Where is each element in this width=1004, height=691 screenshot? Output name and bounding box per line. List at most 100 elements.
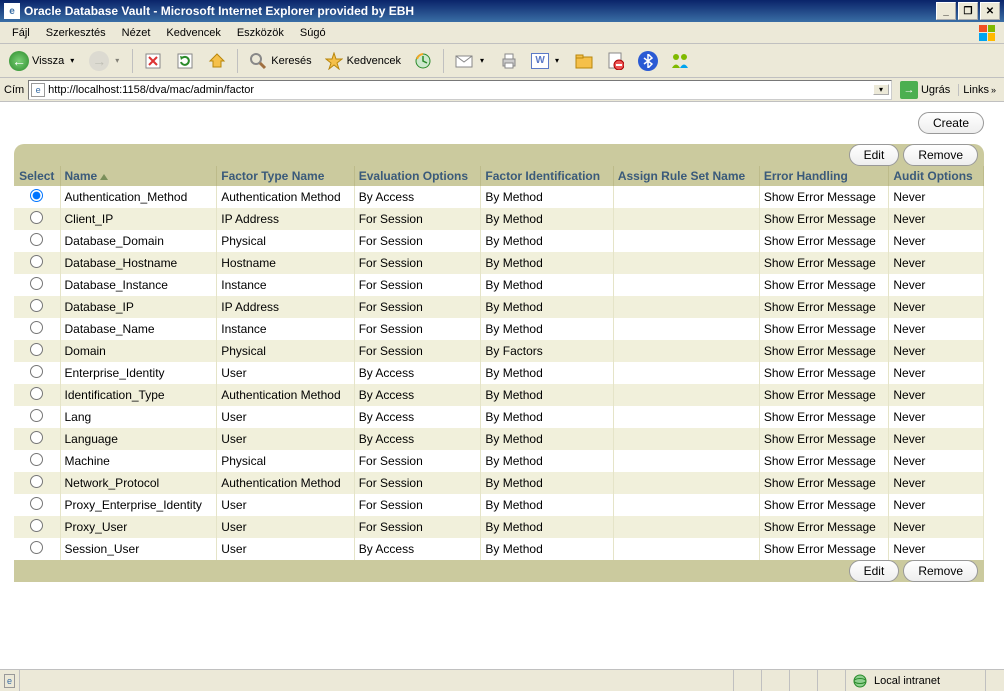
notes-button[interactable]	[569, 48, 599, 74]
cell-ruleset	[613, 516, 759, 538]
select-radio[interactable]	[30, 255, 43, 268]
col-factor-type[interactable]: Factor Type Name	[217, 166, 354, 186]
cell-name: Identification_Type	[60, 384, 217, 406]
col-factor-ident[interactable]: Factor Identification	[481, 166, 613, 186]
forward-button[interactable]: → ▾	[84, 48, 127, 74]
cell-type: User	[217, 494, 354, 516]
select-radio[interactable]	[30, 497, 43, 510]
select-radio[interactable]	[30, 409, 43, 422]
select-radio[interactable]	[30, 519, 43, 532]
back-dropdown-icon[interactable]: ▾	[67, 56, 77, 65]
col-eval-options[interactable]: Evaluation Options	[354, 166, 481, 186]
sort-asc-icon	[100, 174, 108, 180]
edit-button-bottom[interactable]: Edit	[849, 560, 900, 582]
cell-type: Authentication Method	[217, 472, 354, 494]
select-radio[interactable]	[30, 233, 43, 246]
go-button[interactable]: → Ugrás	[896, 81, 954, 99]
cell-ident: By Method	[481, 472, 613, 494]
back-button[interactable]: ← Vissza ▾	[4, 48, 82, 74]
home-button[interactable]	[202, 48, 232, 74]
close-button[interactable]: ✕	[980, 2, 1000, 20]
cell-type: Instance	[217, 274, 354, 296]
mail-button[interactable]: ▾	[449, 48, 492, 74]
edit-in-word-button[interactable]: W▾	[526, 48, 567, 74]
select-radio[interactable]	[30, 453, 43, 466]
cell-ident: By Method	[481, 296, 613, 318]
select-radio[interactable]	[30, 321, 43, 334]
select-radio[interactable]	[30, 475, 43, 488]
app-icon: e	[4, 3, 20, 19]
cell-error: Show Error Message	[759, 516, 889, 538]
cell-error: Show Error Message	[759, 274, 889, 296]
stop-button[interactable]	[138, 48, 168, 74]
cell-ruleset	[613, 538, 759, 560]
col-select[interactable]: Select	[14, 166, 60, 186]
select-radio[interactable]	[30, 431, 43, 444]
url-dropdown-icon[interactable]: ▾	[873, 84, 889, 95]
menu-view[interactable]: Nézet	[114, 25, 159, 41]
remove-button-top[interactable]: Remove	[903, 144, 978, 166]
table-row: Proxy_Enterprise_IdentityUserFor Session…	[14, 494, 984, 516]
menu-file[interactable]: Fájl	[4, 25, 38, 41]
url-input[interactable]: e http://localhost:1158/dva/mac/admin/fa…	[28, 80, 892, 100]
cell-error: Show Error Message	[759, 494, 889, 516]
select-radio[interactable]	[30, 211, 43, 224]
cell-ident: By Method	[481, 362, 613, 384]
cell-ident: By Method	[481, 538, 613, 560]
cell-ruleset	[613, 296, 759, 318]
cell-ruleset	[613, 230, 759, 252]
col-rule-set[interactable]: Assign Rule Set Name	[613, 166, 759, 186]
cell-ruleset	[613, 208, 759, 230]
col-name[interactable]: Name	[60, 166, 217, 186]
create-button[interactable]: Create	[918, 112, 984, 134]
cell-ident: By Method	[481, 384, 613, 406]
select-radio[interactable]	[30, 343, 43, 356]
messenger-button[interactable]	[665, 48, 695, 74]
cell-ident: By Method	[481, 230, 613, 252]
cell-audit: Never	[889, 296, 984, 318]
cell-name: Client_IP	[60, 208, 217, 230]
cell-name: Proxy_Enterprise_Identity	[60, 494, 217, 516]
home-icon	[207, 51, 227, 71]
cell-audit: Never	[889, 494, 984, 516]
menu-favorites[interactable]: Kedvencek	[158, 25, 228, 41]
search-button[interactable]: Keresés	[243, 48, 316, 74]
cell-type: User	[217, 516, 354, 538]
cell-eval: For Session	[354, 318, 481, 340]
select-radio[interactable]	[30, 365, 43, 378]
minimize-button[interactable]: _	[936, 2, 956, 20]
cell-ruleset	[613, 384, 759, 406]
folder-icon	[574, 51, 594, 71]
favorites-button[interactable]: Kedvencek	[319, 48, 406, 74]
edit-button-top[interactable]: Edit	[849, 144, 900, 166]
print-button[interactable]	[494, 48, 524, 74]
cell-audit: Never	[889, 252, 984, 274]
menu-help[interactable]: Súgó	[292, 25, 334, 41]
col-audit-options[interactable]: Audit Options	[889, 166, 984, 186]
menu-edit[interactable]: Szerkesztés	[38, 25, 114, 41]
remove-button-bottom[interactable]: Remove	[903, 560, 978, 582]
table-row: Network_ProtocolAuthentication MethodFor…	[14, 472, 984, 494]
select-radio[interactable]	[30, 189, 43, 202]
select-radio[interactable]	[30, 387, 43, 400]
links-toolbar[interactable]: Links »	[958, 84, 1000, 96]
people-icon	[670, 51, 690, 71]
cell-audit: Never	[889, 274, 984, 296]
select-radio[interactable]	[30, 277, 43, 290]
cell-ruleset	[613, 406, 759, 428]
menu-tools[interactable]: Eszközök	[229, 25, 292, 41]
bluetooth-button[interactable]	[633, 48, 663, 74]
history-button[interactable]	[408, 48, 438, 74]
star-icon	[324, 51, 344, 71]
cell-ident: By Method	[481, 208, 613, 230]
maximize-button[interactable]: ❐	[958, 2, 978, 20]
forward-dropdown-icon[interactable]: ▾	[112, 56, 122, 65]
select-radio[interactable]	[30, 299, 43, 312]
select-radio[interactable]	[30, 541, 43, 554]
block-button[interactable]	[601, 48, 631, 74]
refresh-button[interactable]	[170, 48, 200, 74]
toolbar: ← Vissza ▾ → ▾ Keresés Kedvencek ▾ W▾	[0, 44, 1004, 78]
cell-name: Machine	[60, 450, 217, 472]
cell-audit: Never	[889, 428, 984, 450]
col-error-handling[interactable]: Error Handling	[759, 166, 889, 186]
